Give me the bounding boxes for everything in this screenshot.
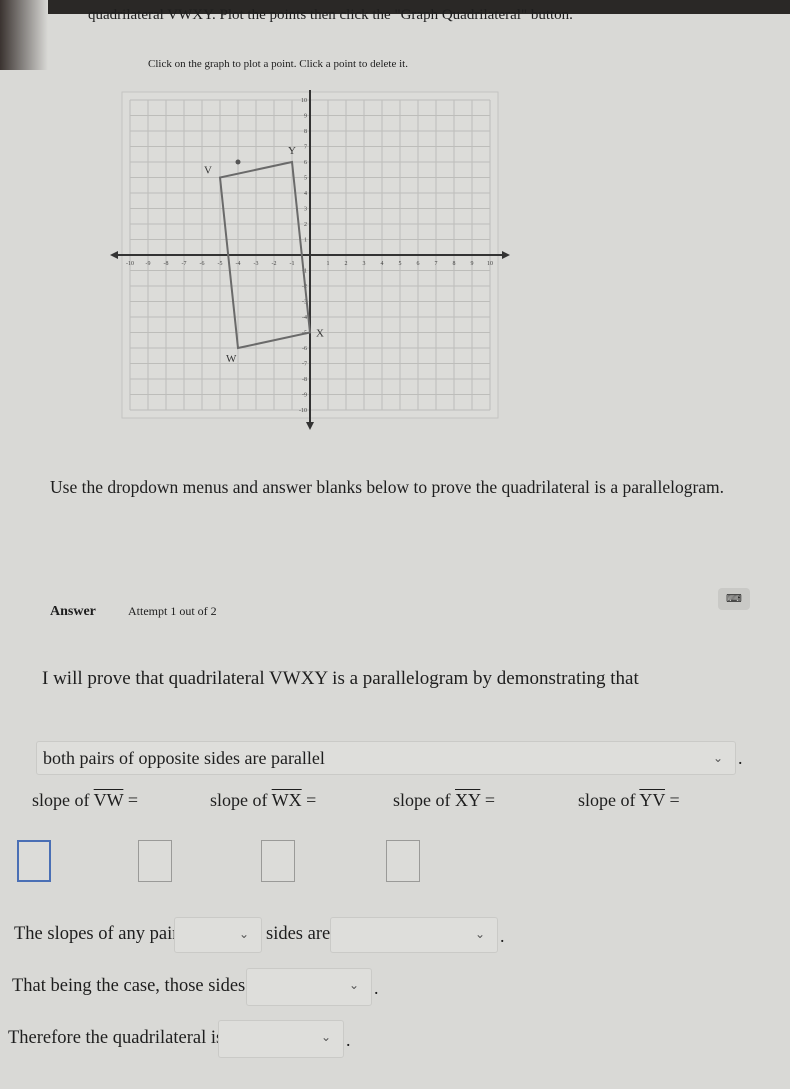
slope-relation-dropdown[interactable]: ⌄ (330, 917, 498, 953)
y-tick-label: 5 (304, 176, 307, 182)
x-tick-label: -3 (254, 261, 259, 267)
chevron-down-icon: ⌄ (474, 927, 485, 941)
coordinate-graph[interactable]: -10 -9 -8 -7 -6 -5 -4 -3 -2 -1 1 2 3 4 5 6 7 8 9 10 -10 -9 -8 -… (110, 90, 520, 440)
x-tick-label: -7 (182, 261, 187, 267)
period: . (738, 748, 743, 768)
sentence1-middle: sides are (266, 924, 331, 944)
x-tick-label: -4 (236, 261, 241, 267)
chevron-down-icon: ⌄ (712, 751, 723, 765)
slope-xy-input[interactable] (261, 840, 295, 882)
chevron-down-icon: ⌄ (320, 1030, 331, 1044)
period: . (346, 1030, 351, 1050)
period: . (374, 978, 379, 998)
sentence2: That being the case, those sides are (12, 976, 273, 996)
y-tick-label: 2 (304, 222, 307, 228)
y-tick-label: 4 (304, 191, 307, 197)
x-tick-label: -10 (126, 261, 134, 267)
y-tick-label: 1 (304, 238, 307, 244)
vertex-label-y: Y (288, 145, 296, 157)
x-tick-label: 2 (345, 261, 348, 267)
keyboard-icon[interactable]: ⌨ (718, 588, 750, 610)
period: . (500, 926, 505, 946)
slope-label-xy: slope of XY = (393, 790, 495, 810)
x-tick-label: -9 (146, 261, 151, 267)
x-tick-label: -5 (218, 261, 223, 267)
slope-label-yv: slope of YV = (578, 790, 680, 810)
sentence3: Therefore the quadrilateral is a (8, 1028, 237, 1048)
slope-vw-input[interactable] (17, 840, 51, 882)
plotted-point (235, 159, 241, 165)
side-type-dropdown[interactable]: ⌄ (174, 917, 262, 953)
slope-yv-input[interactable] (386, 840, 420, 882)
conclusion-dropdown[interactable]: ⌄ (218, 1020, 344, 1058)
prove-statement: I will prove that quadrilateral VWXY is … (42, 668, 639, 689)
y-tick-label: -6 (302, 346, 307, 352)
y-tick-label: 10 (301, 98, 307, 104)
y-tick-label: -9 (302, 393, 307, 399)
slope-label-vw: slope of VW = (32, 790, 138, 810)
vertex-label-x: X (316, 328, 324, 340)
y-tick-label: -7 (302, 362, 307, 368)
answer-label: Answer (50, 604, 96, 619)
y-tick-label: 6 (304, 160, 307, 166)
sentence1-start: The slopes of any pair of (14, 924, 199, 944)
vertex-label-v: V (204, 165, 212, 177)
x-tick-label: -6 (200, 261, 205, 267)
graph-hint: Click on the graph to plot a point. Clic… (148, 58, 408, 70)
method-dropdown[interactable]: both pairs of opposite sides are paralle… (36, 741, 736, 775)
y-tick-label: -10 (299, 408, 307, 414)
x-tick-label: 3 (363, 261, 366, 267)
vertex-label-w: W (226, 353, 237, 365)
method-dropdown-value: both pairs of opposite sides are paralle… (43, 748, 325, 768)
x-tick-label: -1 (290, 261, 295, 267)
x-tick-label: 1 (327, 261, 330, 267)
slope-label-wx: slope of WX = (210, 790, 317, 810)
y-tick-label: 8 (304, 129, 307, 135)
y-tick-label: -4 (302, 315, 307, 321)
x-tick-label: -8 (164, 261, 169, 267)
x-tick-label: 9 (471, 261, 474, 267)
y-tick-label: -8 (302, 377, 307, 383)
x-tick-label: 10 (487, 261, 493, 267)
x-tick-label: -2 (272, 261, 277, 267)
screen-edge (0, 0, 48, 70)
sides-relation-dropdown[interactable]: ⌄ (246, 968, 372, 1006)
instructions-text: quadrilateral VWXY. Plot the points then… (88, 7, 573, 23)
y-tick-label: 7 (304, 145, 307, 151)
x-tick-label: 7 (435, 261, 438, 267)
x-tick-label: 8 (453, 261, 456, 267)
x-tick-label: 5 (399, 261, 402, 267)
slope-wx-input[interactable] (138, 840, 172, 882)
chevron-down-icon: ⌄ (238, 927, 249, 941)
attempt-counter: Attempt 1 out of 2 (128, 604, 217, 618)
x-tick-label: 4 (381, 261, 384, 267)
prompt-text: Use the dropdown menus and answer blanks… (50, 477, 725, 497)
y-tick-label: 9 (304, 114, 307, 120)
y-tick-label: 3 (304, 207, 307, 213)
chevron-down-icon: ⌄ (348, 978, 359, 992)
x-tick-label: 6 (417, 261, 420, 267)
